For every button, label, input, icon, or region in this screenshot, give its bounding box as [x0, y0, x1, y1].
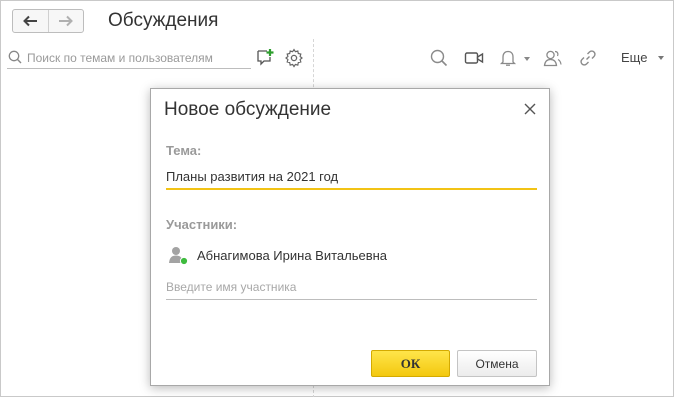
new-discussion-dialog: Новое обсуждение Тема: Участники: Абнаги… [150, 88, 550, 386]
page-title: Обсуждения [108, 10, 219, 31]
new-discussion-icon[interactable] [255, 47, 275, 67]
discussions-window: Обсуждения Еще Нов [0, 0, 674, 397]
search-icon [8, 50, 22, 64]
dialog-title: Новое обсуждение [164, 99, 332, 120]
arrow-right-icon [58, 15, 73, 27]
cancel-button[interactable]: Отмена [457, 350, 537, 377]
search-icon[interactable] [429, 48, 449, 68]
ok-button[interactable]: ОК [371, 350, 450, 377]
back-button[interactable] [13, 10, 48, 32]
user-avatar-icon [169, 247, 188, 265]
participant-name: Абнагимова Ирина Витальевна [197, 248, 388, 263]
bell-icon[interactable] [498, 48, 518, 68]
users-icon[interactable] [542, 48, 562, 68]
more-menu-button[interactable]: Еще [621, 49, 647, 67]
arrow-left-icon [23, 15, 38, 27]
topic-field [166, 164, 537, 190]
search-input[interactable] [27, 49, 249, 67]
video-call-icon[interactable] [464, 48, 484, 68]
navigation-buttons [12, 9, 84, 33]
chevron-down-icon[interactable] [658, 56, 664, 60]
bell-dropdown-caret[interactable] [524, 57, 530, 61]
participant-item[interactable]: Абнагимова Ирина Витальевна [166, 244, 526, 268]
add-participant-field [166, 274, 537, 300]
search-field [7, 47, 251, 69]
topic-label: Тема: [166, 143, 202, 158]
topic-input[interactable] [166, 166, 537, 186]
participant-name-input[interactable] [166, 277, 537, 297]
gear-icon[interactable] [284, 48, 304, 68]
forward-button[interactable] [47, 10, 83, 32]
participants-label: Участники: [166, 217, 238, 232]
link-icon[interactable] [578, 48, 598, 68]
close-icon[interactable] [523, 102, 537, 116]
